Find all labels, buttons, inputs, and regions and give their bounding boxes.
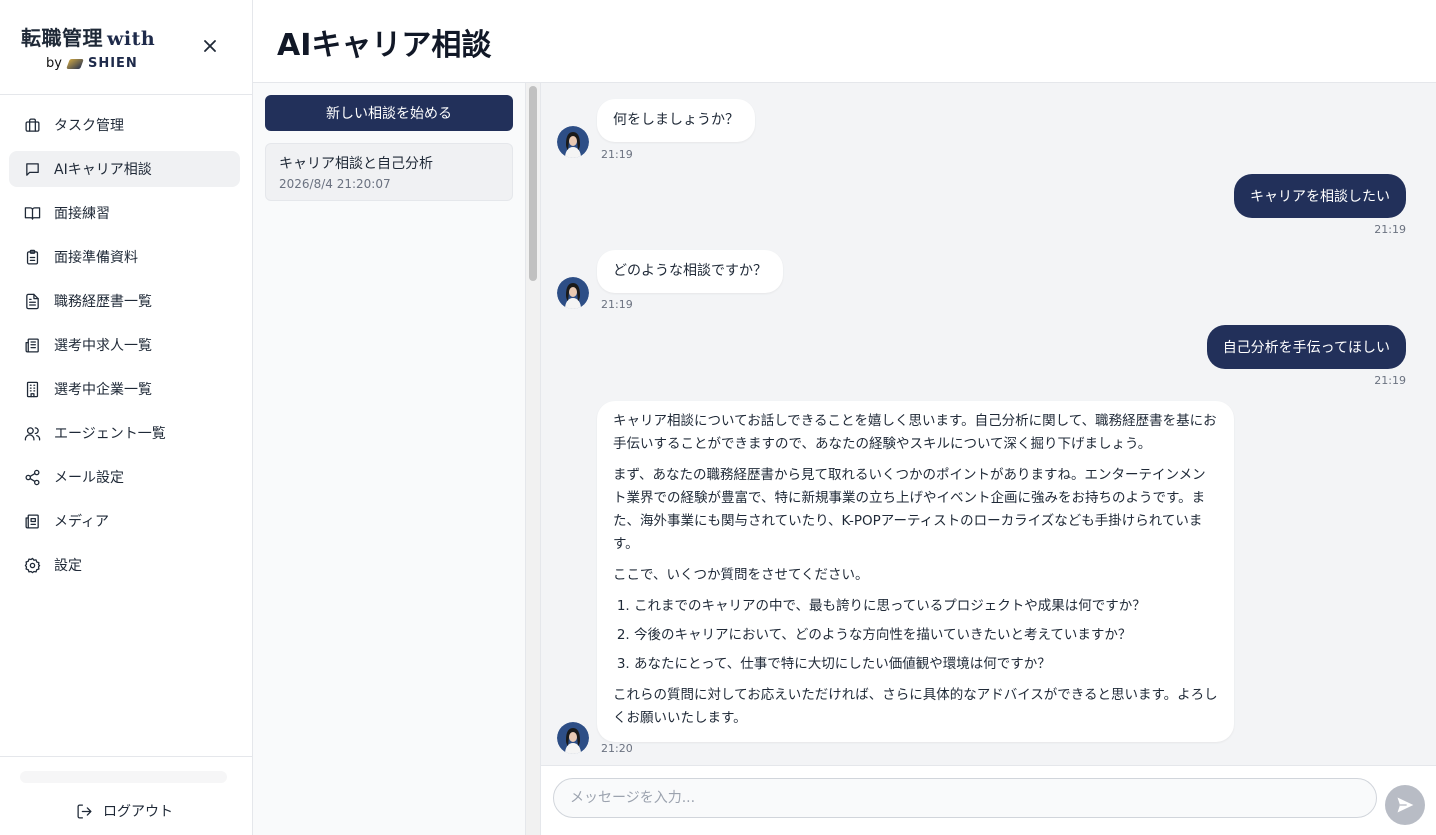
thread-item[interactable]: キャリア相談と自己分析 2026/8/4 21:20:07 bbox=[265, 143, 513, 201]
close-sidebar-button[interactable] bbox=[200, 36, 220, 56]
sidebar-item-resumes[interactable]: 職務経歴書一覧 bbox=[9, 283, 240, 319]
brand-title: 転職管理 bbox=[21, 26, 103, 50]
sidebar-item-interview-materials[interactable]: 面接準備資料 bbox=[9, 239, 240, 275]
building-icon bbox=[26, 381, 39, 397]
thread-scrollbar[interactable] bbox=[525, 83, 540, 835]
chat-icon bbox=[26, 162, 39, 176]
message-time: 21:19 bbox=[601, 148, 633, 161]
sidebar-item-label: エージェント一覧 bbox=[54, 426, 166, 442]
sidebar-footer: ログアウト bbox=[0, 756, 252, 835]
message-composer bbox=[541, 765, 1436, 835]
sidebar-item-mail-settings[interactable]: メール設定 bbox=[9, 459, 240, 495]
ai-avatar bbox=[557, 722, 589, 754]
sidebar-item-label: メール設定 bbox=[54, 470, 124, 486]
sidebar-item-agents[interactable]: エージェント一覧 bbox=[9, 415, 240, 451]
share-icon bbox=[25, 469, 40, 485]
ai-message: どのような相談ですか？ bbox=[597, 250, 783, 293]
sidebar-item-settings[interactable]: 設定 bbox=[9, 547, 240, 583]
close-icon bbox=[204, 40, 216, 52]
question-item: これまでのキャリアの中で、最も誇りに思っているプロジェクトや成果は何ですか？ bbox=[634, 595, 1218, 618]
page-title: AIキャリア相談 bbox=[277, 28, 492, 63]
question-list: これまでのキャリアの中で、最も誇りに思っているプロジェクトや成果は何ですか？ 今… bbox=[634, 595, 1218, 676]
ai-avatar bbox=[557, 277, 589, 309]
footer-divider-bar bbox=[20, 771, 227, 783]
briefcase-icon bbox=[25, 117, 40, 132]
sidebar-item-label: 選考中求人一覧 bbox=[54, 338, 152, 354]
sidebar-item-companies[interactable]: 選考中企業一覧 bbox=[9, 371, 240, 407]
logout-button[interactable]: ログアウト bbox=[76, 801, 173, 821]
message-time: 21:19 bbox=[601, 298, 633, 311]
sidebar-item-label: 面接準備資料 bbox=[54, 250, 138, 266]
clipboard-icon bbox=[26, 249, 39, 265]
scrollbar-thumb[interactable] bbox=[529, 86, 537, 281]
shien-logo-icon bbox=[66, 58, 84, 69]
sidebar-item-job-listings[interactable]: 選考中求人一覧 bbox=[9, 327, 240, 363]
users-icon bbox=[24, 426, 41, 441]
sidebar-item-label: 面接練習 bbox=[54, 206, 110, 222]
brand-logo: 転職管理 with bbox=[21, 22, 155, 51]
brand-header: 転職管理 with by SHIEN bbox=[0, 0, 252, 95]
brand-with: with bbox=[107, 28, 156, 50]
message-time: 21:19 bbox=[1374, 374, 1406, 387]
sidebar-item-label: メディア bbox=[54, 514, 110, 530]
sidebar-nav: タスク管理 AIキャリア相談 面接練習 面接準備資料 職務経歴書一覧 選考中求人… bbox=[9, 107, 240, 591]
sidebar-item-label: 選考中企業一覧 bbox=[54, 382, 152, 398]
sidebar-item-tasks[interactable]: タスク管理 bbox=[9, 107, 240, 143]
chat-messages: 何をしましょうか？ 21:19 キャリアを相談したい 21:19 どのような相談… bbox=[541, 83, 1436, 765]
thread-date: 2026/8/4 21:20:07 bbox=[279, 177, 391, 191]
user-message: 自己分析を手伝ってほしい bbox=[1206, 325, 1406, 369]
brand-by-line: by SHIEN bbox=[46, 56, 138, 71]
file-text-icon bbox=[26, 293, 39, 309]
gear-icon bbox=[24, 557, 41, 573]
media-icon bbox=[25, 513, 39, 529]
book-open-icon bbox=[24, 206, 41, 220]
message-paragraph: ここで、いくつか質問をさせてください。 bbox=[613, 567, 869, 583]
send-button[interactable] bbox=[1385, 785, 1425, 825]
brand-by: by bbox=[46, 56, 62, 71]
message-time: 21:20 bbox=[601, 742, 633, 755]
question-item: あなたにとって、仕事で特に大切にしたい価値観や環境は何ですか？ bbox=[634, 653, 1218, 676]
ai-avatar bbox=[557, 126, 589, 158]
message-time: 21:19 bbox=[1374, 223, 1406, 236]
brand-company: SHIEN bbox=[87, 56, 138, 71]
send-icon bbox=[1397, 797, 1414, 813]
question-item: 今後のキャリアにおいて、どのような方向性を描いていきたいと考えていますか？ bbox=[634, 624, 1218, 647]
page-header: AIキャリア相談 bbox=[253, 0, 1436, 83]
sidebar-item-label: 設定 bbox=[54, 558, 82, 574]
logout-label: ログアウト bbox=[103, 804, 173, 820]
newspaper-icon bbox=[25, 337, 39, 353]
message-paragraph: まず、あなたの職務経歴書から見て取れるいくつかのポイントがありますね。エンターテ… bbox=[613, 467, 1206, 552]
sidebar-item-media[interactable]: メディア bbox=[9, 503, 240, 539]
thread-title: キャリア相談と自己分析 bbox=[279, 156, 433, 172]
sidebar-item-ai-career[interactable]: AIキャリア相談 bbox=[9, 151, 240, 187]
logout-icon bbox=[77, 803, 92, 819]
sidebar-item-label: タスク管理 bbox=[54, 118, 124, 134]
sidebar: 転職管理 with by SHIEN タスク管理 AIキャリア相談 面接練習 面接… bbox=[0, 0, 253, 835]
ai-message: 何をしましょうか？ bbox=[597, 99, 755, 142]
sidebar-item-label: AIキャリア相談 bbox=[54, 162, 152, 178]
message-paragraph: キャリア相談についてお話しできることを嬉しく思います。自己分析に関して、職務経歴… bbox=[613, 413, 1217, 452]
message-closing: これらの質問に対してお応えいただければ、さらに具体的なアドバイスができると思いま… bbox=[613, 687, 1218, 726]
ai-message-long: キャリア相談についてお話しできることを嬉しく思います。自己分析に関して、職務経歴… bbox=[597, 401, 1234, 742]
sidebar-item-label: 職務経歴書一覧 bbox=[54, 294, 152, 310]
new-consultation-button[interactable]: 新しい相談を始める bbox=[265, 95, 513, 131]
user-message: キャリアを相談したい bbox=[1234, 174, 1406, 218]
sidebar-item-interview-practice[interactable]: 面接練習 bbox=[9, 195, 240, 231]
thread-list-pane: 新しい相談を始める キャリア相談と自己分析 2026/8/4 21:20:07 bbox=[253, 83, 541, 835]
message-input[interactable] bbox=[553, 778, 1377, 818]
